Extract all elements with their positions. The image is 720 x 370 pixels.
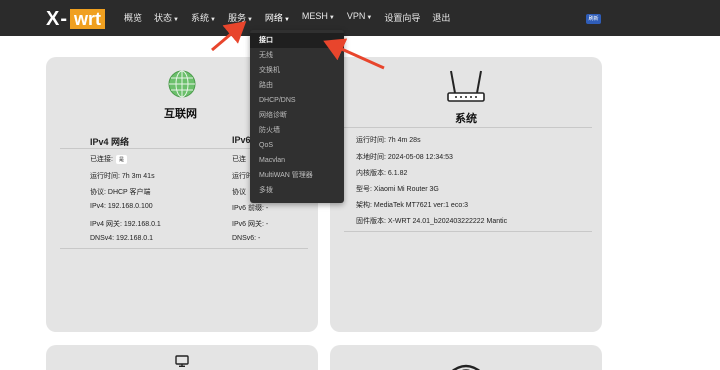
nav-vpn-label: VPN (346, 11, 366, 21)
system-local-time: 本地时间: 2024-05-08 12:34:53 (356, 154, 453, 161)
devices-card (46, 345, 318, 370)
ipv4-protocol: 协议: DHCP 客户端 (90, 189, 151, 196)
main-nav: 概览 状态▼ 系统▼ 服务▼ 网络▼ MESH▼ VPN▼ 设置向导 退出 (124, 11, 462, 24)
divider (344, 231, 592, 232)
ipv6-prefix: IPv6 前缀: - (232, 205, 269, 212)
menu-item-multiwan[interactable]: MultiWAN 管理器 (250, 168, 344, 183)
menu-item-qos[interactable]: QoS (250, 138, 344, 153)
nav-system-label: 系统 (190, 13, 209, 23)
logo-text-right: wrt (70, 9, 105, 29)
nav-logout-label: 退出 (432, 13, 451, 23)
nav-network-label: 网络 (264, 13, 283, 23)
router-icon (447, 70, 485, 102)
top-navbar: X- wrt 概览 状态▼ 系统▼ 服务▼ 网络▼ MESH▼ VPN▼ 设置向… (0, 0, 720, 36)
nav-status[interactable]: 状态▼ (154, 11, 179, 24)
menu-item-routes[interactable]: 路由 (250, 78, 344, 93)
menu-item-dhcp-dns[interactable]: DHCP/DNS (250, 93, 344, 108)
menu-item-diagnostics[interactable]: 网络诊断 (250, 108, 344, 123)
caret-down-icon: ▼ (328, 15, 335, 21)
divider (344, 127, 592, 128)
system-title: 系统 (455, 113, 477, 125)
caret-down-icon: ▼ (366, 15, 373, 21)
ipv4-gateway: IPv4 网关: 192.168.0.1 (90, 221, 161, 228)
system-kernel: 内核版本: 6.1.82 (356, 170, 408, 177)
ipv6-protocol: 协议 (232, 189, 246, 196)
caret-down-icon: ▼ (210, 17, 216, 23)
menu-item-firewall[interactable]: 防火墙 (250, 123, 344, 138)
xwrt-logo[interactable]: X- wrt (46, 8, 105, 30)
ipv6-gateway: IPv6 网关: - (232, 221, 269, 228)
ipv6-dns: DNSv6: - (232, 235, 261, 242)
nav-network[interactable]: 网络▼ (265, 11, 290, 24)
ipv4-heading: IPv4 网络 (90, 137, 130, 147)
menu-item-interfaces[interactable]: 接口 (250, 33, 344, 48)
system-card: 系统 运行时间: 7h 4m 28s 本地时间: 2024-05-08 12:3… (330, 57, 602, 332)
globe-icon (168, 70, 196, 98)
system-arch: 架构: MediaTek MT7621 ver:1 eco:3 (356, 202, 469, 209)
nav-system[interactable]: 系统▼ (191, 11, 216, 24)
nav-services-label: 服务 (227, 13, 246, 23)
ipv4-dns: DNSv4: 192.168.0.1 (90, 235, 154, 242)
menu-item-macvlan[interactable]: Macvlan (250, 153, 344, 168)
ipv4-connected-label: 已连接: (90, 156, 113, 163)
system-model: 型号: Xiaomi Mi Router 3G (356, 186, 439, 193)
wifi-icon (451, 364, 481, 370)
caret-down-icon: ▼ (283, 17, 290, 23)
ipv4-connected-value: 是 (115, 155, 127, 164)
ipv6-heading: IPv6 (232, 135, 251, 145)
refresh-button[interactable]: 刷新 (586, 14, 601, 24)
ipv4-connected: 已连接: 是 (90, 154, 127, 164)
menu-item-switch[interactable]: 交换机 (250, 63, 344, 78)
monitor-icon (175, 355, 189, 367)
logo-text-left: X- (46, 7, 68, 30)
nav-services[interactable]: 服务▼ (228, 11, 253, 24)
nav-mesh-label: MESH (301, 11, 328, 21)
nav-logout[interactable]: 退出 (432, 11, 450, 24)
caret-down-icon: ▼ (246, 17, 253, 23)
nav-overview-label: 概览 (124, 13, 143, 23)
wireless-card (330, 345, 602, 370)
nav-status-label: 状态 (154, 13, 173, 23)
system-uptime: 运行时间: 7h 4m 28s (356, 137, 421, 144)
ipv4-address: IPv4: 192.168.0.100 (90, 203, 153, 210)
nav-vpn[interactable]: VPN▼ (347, 11, 372, 24)
nav-setup-wizard-label: 设置向导 (384, 13, 421, 23)
nav-mesh[interactable]: MESH▼ (302, 11, 335, 24)
ipv4-uptime: 运行时间: 7h 3m 41s (90, 173, 155, 180)
internet-title: 互联网 (164, 108, 197, 120)
caret-down-icon: ▼ (173, 17, 179, 23)
nav-overview[interactable]: 概览 (124, 11, 142, 24)
network-dropdown-menu: 接口 无线 交换机 路由 DHCP/DNS 网络诊断 防火墙 QoS Macvl… (250, 30, 344, 203)
menu-item-wireless[interactable]: 无线 (250, 48, 344, 63)
nav-setup-wizard[interactable]: 设置向导 (384, 11, 420, 24)
divider (60, 248, 308, 249)
menu-item-multidial[interactable]: 多拨 (250, 183, 344, 198)
ipv6-connected: 已连 (232, 156, 246, 163)
system-firmware: 固件版本: X-WRT 24.01_b202403222222 Mantic (356, 218, 508, 225)
